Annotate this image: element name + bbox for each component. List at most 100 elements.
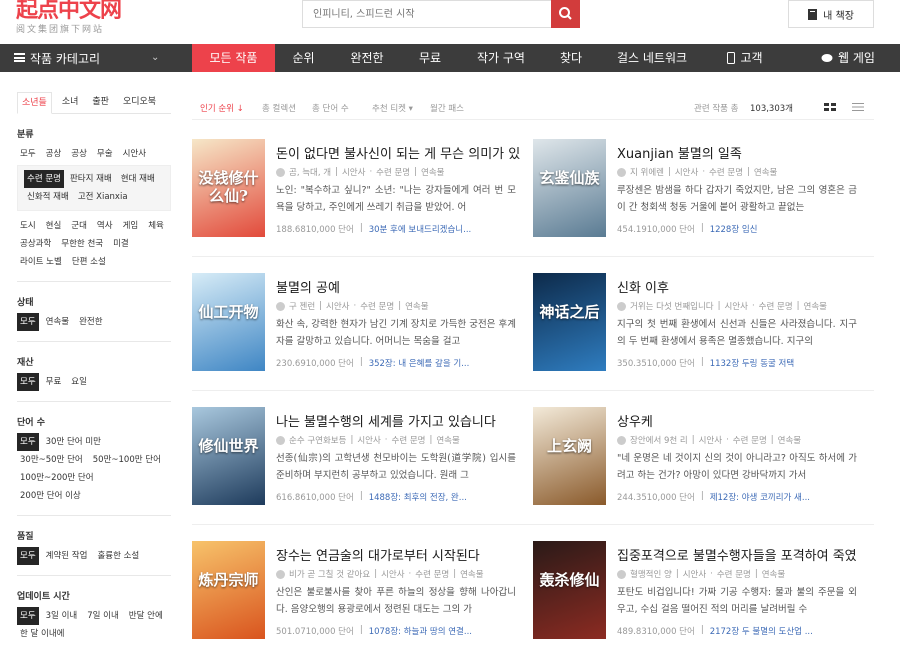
- book-card[interactable]: 上玄阙 상우케 장안에서 9천 리 | 시안사 · 수련 문명 | 연속물 "네 운명은 네 것이…: [533, 407, 874, 523]
- tab-audiobook[interactable]: 오디오북: [119, 92, 160, 114]
- subgenre-tag[interactable]: 현대 재배: [118, 170, 158, 188]
- nav-item-girls-network[interactable]: 걸스 네트워크: [598, 44, 706, 72]
- book-tag[interactable]: 시안사: [357, 434, 380, 446]
- genre-tag[interactable]: 무술: [94, 145, 116, 163]
- search-button[interactable]: [551, 0, 580, 28]
- sort-word-count[interactable]: 총 단어 수: [312, 102, 349, 114]
- book-author[interactable]: 순수 구연화보등: [289, 434, 346, 446]
- book-title[interactable]: 불멸의 공예: [276, 277, 531, 296]
- book-cover[interactable]: 玄鉴仙族: [533, 139, 606, 237]
- book-title[interactable]: 신화 이후: [617, 277, 872, 296]
- book-tag[interactable]: 수련 문명: [360, 300, 394, 312]
- latest-chapter-link[interactable]: 1488장: 최후의 전장, 완...: [369, 491, 467, 503]
- genre-tag[interactable]: 체육: [145, 217, 167, 235]
- book-title[interactable]: 돈이 없다면 불사신이 되는 게 무슨 의미가 있: [276, 143, 531, 162]
- genre-tag[interactable]: 무한한 천국: [58, 235, 106, 253]
- quality-tag[interactable]: 모두: [17, 547, 39, 565]
- nav-item-free[interactable]: 무료: [402, 44, 458, 72]
- book-cover[interactable]: 仙工开物: [192, 273, 265, 371]
- book-cover[interactable]: 上玄阙: [533, 407, 606, 505]
- genre-tag[interactable]: 현실: [43, 217, 65, 235]
- book-tag[interactable]: 시안사: [381, 568, 404, 580]
- genre-tag[interactable]: 게임: [120, 217, 142, 235]
- book-title[interactable]: 집중포격으로 불멸수행자들을 포격하여 죽였: [617, 545, 872, 564]
- book-card[interactable]: 修仙世界 나는 불멸수행의 세계를 가지고 있습니다 순수 구연화보등 | 시안사 · 수련…: [192, 407, 533, 523]
- book-tag[interactable]: 수련 문명: [415, 568, 449, 580]
- nav-item-web-game[interactable]: 웹 게임: [808, 44, 888, 72]
- status-tag[interactable]: 연속물: [43, 313, 72, 331]
- book-author[interactable]: 비가 곧 그칠 것 같아요: [289, 568, 370, 580]
- book-tag[interactable]: 수련 문명: [392, 434, 426, 446]
- property-tag[interactable]: 무료: [43, 373, 65, 391]
- words-tag[interactable]: 200만 단어 이상: [17, 487, 84, 505]
- book-tag[interactable]: 시안사: [724, 300, 747, 312]
- book-author[interactable]: 지 위에렌: [630, 166, 664, 178]
- book-author[interactable]: 거위는 다섯 번째입니다: [630, 300, 714, 312]
- update-tag[interactable]: 7일 이내: [84, 607, 122, 625]
- quality-tag[interactable]: 계약된 작업: [43, 547, 91, 565]
- book-title[interactable]: 장수는 연금술의 대가로부터 시작된다: [276, 545, 531, 564]
- latest-chapter-link[interactable]: 1078장: 하늘과 땅의 연결...: [369, 625, 472, 637]
- book-author[interactable]: 혈맹적인 양: [630, 568, 672, 580]
- genre-tag[interactable]: 군대: [68, 217, 90, 235]
- sort-recommend[interactable]: 추천 티켓 ▾: [372, 102, 413, 114]
- genre-tag[interactable]: 단편 소설: [69, 253, 109, 271]
- latest-chapter-link[interactable]: 2172장 두 불멸의 도산업 ...: [710, 625, 813, 637]
- genre-tag[interactable]: 미결: [110, 235, 132, 253]
- sort-monthly-pass[interactable]: 월간 패스: [430, 102, 464, 114]
- update-tag[interactable]: 3일 이내: [43, 607, 81, 625]
- nav-item-client[interactable]: 고객: [706, 44, 784, 72]
- book-tag[interactable]: 시안사: [683, 568, 706, 580]
- book-card[interactable]: 炼丹宗师 장수는 연금술의 대가로부터 시작된다 비가 곧 그칠 것 같아요 | 시안사…: [192, 541, 533, 657]
- nav-item-all-works[interactable]: 모든 작품: [192, 44, 275, 72]
- genre-tag[interactable]: 시안사: [120, 145, 149, 163]
- book-tag[interactable]: 시안사: [675, 166, 698, 178]
- search-input[interactable]: [303, 1, 543, 27]
- nav-item-find[interactable]: 찾다: [544, 44, 598, 72]
- latest-chapter-link[interactable]: 제12장: 야생 코끼리가 새...: [710, 491, 810, 503]
- sort-popularity[interactable]: 인기 순위 ↓: [200, 102, 244, 114]
- grid-view-button[interactable]: [824, 102, 836, 112]
- nav-item-ranking[interactable]: 순위: [275, 44, 332, 72]
- book-author[interactable]: 곰, 늑대, 개: [289, 166, 331, 178]
- book-title[interactable]: 상우케: [617, 411, 872, 430]
- book-cover[interactable]: 没钱修什么仙?: [192, 139, 265, 237]
- property-tag[interactable]: 모두: [17, 373, 39, 391]
- genre-tag[interactable]: 공상: [68, 145, 90, 163]
- latest-chapter-link[interactable]: 352장: 내 은혜를 갚을 기...: [369, 357, 470, 369]
- words-tag[interactable]: 30만 단어 미만: [43, 433, 104, 451]
- update-tag[interactable]: 반달 안에: [126, 607, 166, 625]
- status-tag[interactable]: 모두: [17, 313, 39, 331]
- property-tag[interactable]: 요일: [68, 373, 90, 391]
- genre-tag[interactable]: 역사: [94, 217, 116, 235]
- latest-chapter-link[interactable]: 30분 후에 보내드리겠습니...: [369, 223, 472, 235]
- book-author[interactable]: 장안에서 9천 리: [630, 434, 688, 446]
- words-tag[interactable]: 모두: [17, 433, 39, 451]
- book-cover[interactable]: 炼丹宗师: [192, 541, 265, 639]
- genre-tag[interactable]: 공상: [43, 145, 65, 163]
- words-tag[interactable]: 100만~200만 단어: [17, 469, 97, 487]
- book-cover[interactable]: 神话之后: [533, 273, 606, 371]
- sort-collection[interactable]: 총 컬렉션: [262, 102, 296, 114]
- book-tag[interactable]: 수련 문명: [717, 568, 751, 580]
- book-title[interactable]: 나는 불멸수행의 세계를 가지고 있습니다: [276, 411, 531, 430]
- nav-item-author-zone[interactable]: 작가 구역: [458, 44, 544, 72]
- book-tag[interactable]: 수련 문명: [733, 434, 767, 446]
- tab-boys[interactable]: 소년들: [17, 92, 52, 114]
- genre-tag[interactable]: 라이트 노벨: [17, 253, 65, 271]
- latest-chapter-link[interactable]: 1228장 임신: [710, 223, 758, 235]
- book-card[interactable]: 神话之后 신화 이후 거위는 다섯 번째입니다 | 시안사 · 수련 문명 | 연속물 지구의 첫…: [533, 273, 874, 389]
- subgenre-tag[interactable]: 고전 Xianxia: [75, 188, 131, 206]
- genre-tag[interactable]: 도시: [17, 217, 39, 235]
- quality-tag[interactable]: 훌륭한 소설: [94, 547, 142, 565]
- book-title[interactable]: Xuanjian 불멸의 일족: [617, 143, 872, 162]
- nav-item-complete[interactable]: 완전한: [332, 44, 402, 72]
- subgenre-tag[interactable]: 신화적 재배: [24, 188, 72, 206]
- book-tag[interactable]: 시안사: [342, 166, 365, 178]
- book-author[interactable]: 구 젠런: [289, 300, 315, 312]
- words-tag[interactable]: 30만~50만 단어: [17, 451, 86, 469]
- update-tag[interactable]: 한 달 이내에: [17, 625, 68, 643]
- book-card[interactable]: 玄鉴仙族 Xuanjian 불멸의 일족 지 위에렌 | 시안사 · 수련 문명 | 연속물 루장…: [533, 139, 874, 255]
- subgenre-tag[interactable]: 판타지 재배: [67, 170, 115, 188]
- book-card[interactable]: 仙工开物 불멸의 공예 구 젠런 | 시안사 · 수련 문명 | 연속물 화산 속, 강력한 현자…: [192, 273, 533, 389]
